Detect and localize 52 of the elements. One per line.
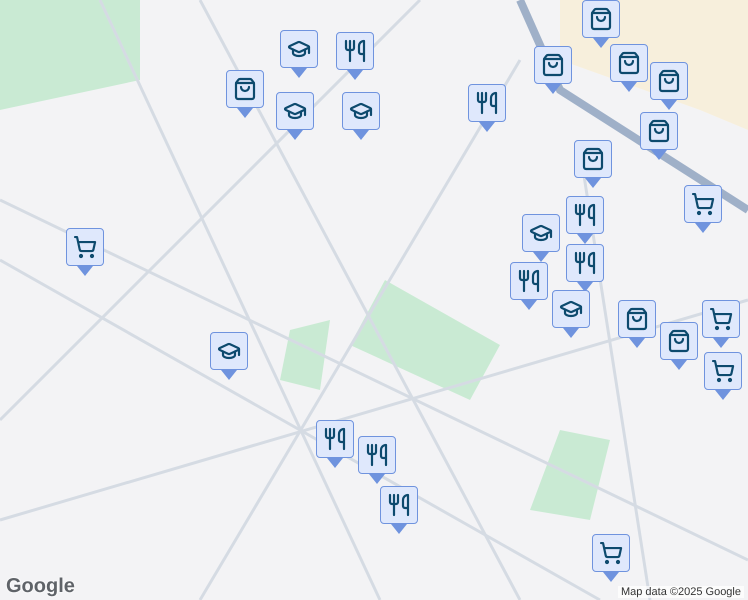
map-marker[interactable] bbox=[592, 534, 632, 582]
fork-knife-icon bbox=[475, 91, 499, 115]
map-marker[interactable] bbox=[650, 62, 690, 110]
shopping-cart-icon bbox=[599, 541, 623, 565]
map-marker[interactable] bbox=[380, 486, 420, 534]
shopping-bag-icon bbox=[625, 307, 649, 331]
map-marker[interactable] bbox=[226, 70, 266, 118]
map-marker[interactable] bbox=[534, 46, 574, 94]
map-marker[interactable] bbox=[552, 290, 592, 338]
map-marker[interactable] bbox=[574, 140, 614, 188]
fork-knife-icon bbox=[573, 203, 597, 227]
shopping-cart-icon bbox=[691, 192, 715, 216]
shopping-bag-icon bbox=[541, 53, 565, 77]
shopping-bag-icon bbox=[589, 7, 613, 31]
shopping-bag-icon bbox=[617, 51, 641, 75]
map-marker[interactable] bbox=[280, 30, 320, 78]
shopping-cart-icon bbox=[73, 235, 97, 259]
map-marker[interactable] bbox=[468, 84, 508, 132]
map-marker[interactable] bbox=[566, 244, 606, 292]
map-marker[interactable] bbox=[66, 228, 106, 276]
shopping-bag-icon bbox=[581, 147, 605, 171]
fork-knife-icon bbox=[387, 493, 411, 517]
map-logo: Google bbox=[6, 575, 75, 598]
fork-knife-icon bbox=[343, 39, 367, 63]
fork-knife-icon bbox=[365, 443, 389, 467]
map-marker[interactable] bbox=[276, 92, 316, 140]
map-marker[interactable] bbox=[336, 32, 376, 80]
map-marker[interactable] bbox=[610, 44, 650, 92]
fork-knife-icon bbox=[517, 269, 541, 293]
map-marker[interactable] bbox=[510, 262, 550, 310]
map-marker[interactable] bbox=[522, 214, 562, 262]
map-marker[interactable] bbox=[618, 300, 658, 348]
fork-knife-icon bbox=[323, 427, 347, 451]
map-attribution: Map data ©2025 Google bbox=[618, 586, 744, 598]
fork-knife-icon bbox=[573, 251, 597, 275]
shopping-bag-icon bbox=[657, 69, 681, 93]
map-marker[interactable] bbox=[704, 352, 744, 400]
map-marker[interactable] bbox=[342, 92, 382, 140]
map-marker[interactable] bbox=[210, 332, 250, 380]
shopping-cart-icon bbox=[709, 307, 733, 331]
map-marker[interactable] bbox=[316, 420, 356, 468]
map-marker[interactable] bbox=[358, 436, 398, 484]
map-marker[interactable] bbox=[702, 300, 742, 348]
map-marker[interactable] bbox=[566, 196, 606, 244]
map-marker[interactable] bbox=[660, 322, 700, 370]
map-marker[interactable] bbox=[582, 0, 622, 48]
shopping-bag-icon bbox=[233, 77, 257, 101]
shopping-bag-icon bbox=[647, 119, 671, 143]
shopping-cart-icon bbox=[711, 359, 735, 383]
map-marker[interactable] bbox=[684, 185, 724, 233]
shopping-bag-icon bbox=[667, 329, 691, 353]
map-marker[interactable] bbox=[640, 112, 680, 160]
